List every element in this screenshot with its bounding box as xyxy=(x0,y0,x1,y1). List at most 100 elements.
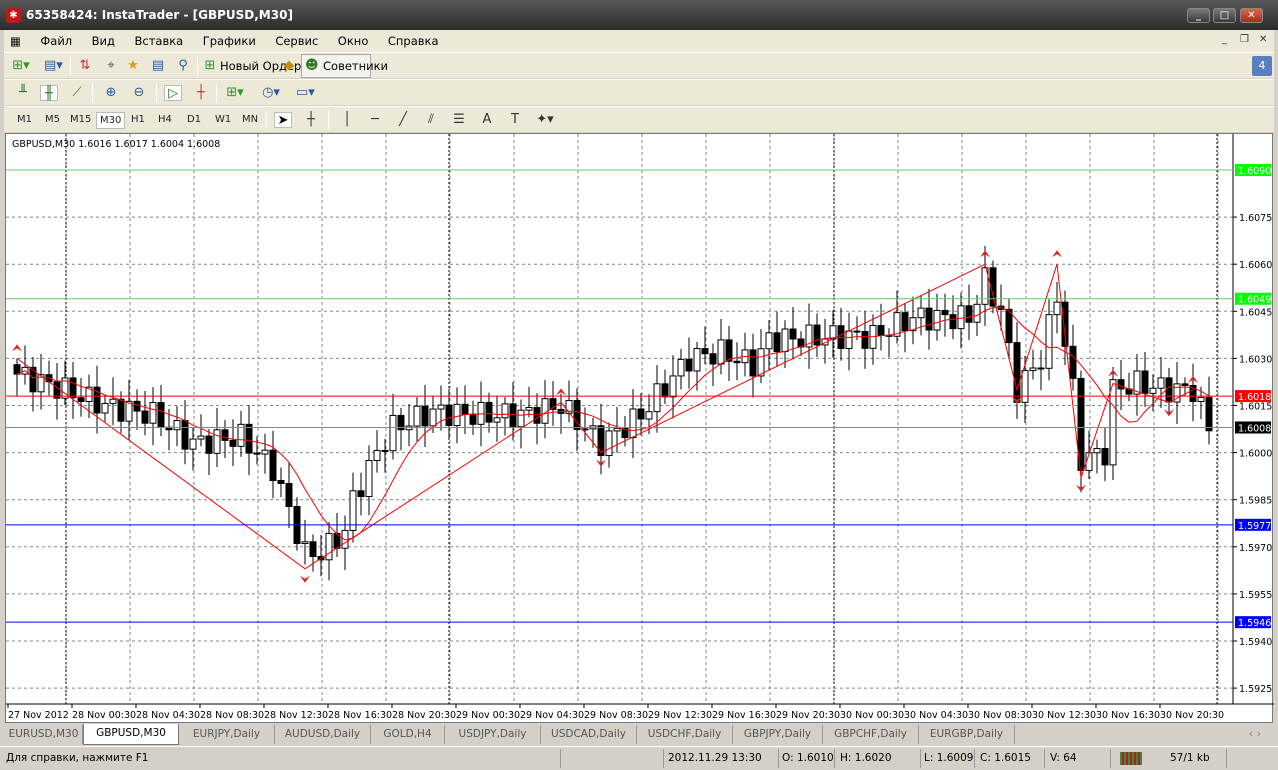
price-level-label: 1.6049 xyxy=(1238,295,1271,306)
menu-insert[interactable]: Вставка xyxy=(126,30,191,48)
close-button[interactable]: ✕ xyxy=(1240,8,1263,23)
tab-scroll-arrows[interactable]: ‹ › xyxy=(1249,727,1261,740)
periodicity-toolbar: M1 M5 M15 M30 H1 H4 D1 W1 MN ➤ ┼ │ ─ ╱ ⫽… xyxy=(4,106,1274,132)
bull-candle xyxy=(501,403,509,419)
data-window-icon[interactable]: ⌖ xyxy=(102,58,120,74)
chart-tab[interactable]: USDJPY,Daily xyxy=(445,725,541,744)
price-tick-label: 1.6015 xyxy=(1239,402,1272,413)
templates-icon[interactable]: ▭▾ xyxy=(296,85,315,101)
menu-file[interactable]: Файл xyxy=(32,30,80,48)
timeframe-d1[interactable]: D1 xyxy=(184,112,204,127)
notifications-icon[interactable]: 4 xyxy=(1252,56,1272,76)
menu-window[interactable]: Окно xyxy=(330,30,377,48)
timeframe-h4[interactable]: H4 xyxy=(155,112,175,127)
bar-chart-icon[interactable]: ╨ xyxy=(14,85,32,101)
chart-tab[interactable]: AUDUSD,Daily xyxy=(275,725,371,744)
time-tick-label: 30 Nov 08:30 xyxy=(968,710,1032,721)
bull-candle xyxy=(261,449,269,455)
bull-candle xyxy=(213,429,221,454)
zoom-out-icon[interactable]: ⊖ xyxy=(130,85,148,101)
cursor-icon[interactable]: ➤ xyxy=(274,112,292,128)
moving-average-fast xyxy=(16,306,1210,541)
time-tick-label: 28 Nov 20:30 xyxy=(392,710,456,721)
bear-candle xyxy=(725,339,733,362)
periods-icon[interactable]: ◷▾ xyxy=(262,85,280,101)
mdi-close-button[interactable]: ✕ xyxy=(1259,34,1267,45)
menu-charts[interactable]: Графики xyxy=(195,30,264,48)
fibonacci-icon[interactable]: ☰ xyxy=(450,112,468,128)
time-tick-label: 29 Nov 04:30 xyxy=(520,710,584,721)
bull-candle xyxy=(917,307,925,319)
chart-tab[interactable]: GBPUSD,M30 xyxy=(83,724,179,745)
line-chart-icon[interactable]: ⟋ xyxy=(68,85,86,101)
price-chart[interactable]: 1.6075 1.6060 1.6045 1.6030 1.6015 1.6000 1.59… xyxy=(6,134,1274,724)
experts-toggle[interactable]: ☻ Советники xyxy=(301,54,388,78)
chart-tab[interactable]: USDCHF,Daily xyxy=(637,725,733,744)
trendline-icon[interactable]: ╱ xyxy=(394,112,412,128)
timeframe-m15[interactable]: M15 xyxy=(67,112,94,127)
chart-shift-icon[interactable]: ┼ xyxy=(192,85,210,101)
strategy-tester-icon[interactable]: ⚲ xyxy=(174,58,192,74)
bull-candle xyxy=(365,460,373,498)
bull-candle xyxy=(629,408,637,439)
new-order-icon[interactable]: ⊞ xyxy=(201,58,219,74)
chart-tab[interactable]: EURGBP,Daily xyxy=(919,725,1015,744)
market-watch-icon[interactable]: ⇅ xyxy=(76,58,94,74)
chart-tab[interactable]: GOLD,H4 xyxy=(371,725,445,744)
bull-candle xyxy=(389,414,397,452)
zoom-in-icon[interactable]: ⊕ xyxy=(102,85,120,101)
chart-window-icon[interactable]: ▦ xyxy=(4,30,29,48)
vertical-line-icon[interactable]: │ xyxy=(338,112,356,128)
fractal-down-arrow xyxy=(300,575,310,583)
bear-candle xyxy=(269,449,277,482)
indicators-icon[interactable]: ⊞▾ xyxy=(226,85,244,101)
menu-help[interactable]: Справка xyxy=(380,30,447,48)
chart-tab[interactable]: GBPJPY,Daily xyxy=(733,725,823,744)
timeframe-h1[interactable]: H1 xyxy=(128,112,148,127)
menu-tools[interactable]: Сервис xyxy=(267,30,326,48)
bull-candle xyxy=(301,541,309,545)
bear-candle xyxy=(1069,345,1077,379)
bear-candle xyxy=(77,397,85,403)
mdi-restore-button[interactable]: ❐ xyxy=(1240,34,1249,45)
maximize-button[interactable]: □ xyxy=(1213,8,1236,23)
horizontal-line-icon[interactable]: ─ xyxy=(366,112,384,128)
minimize-button[interactable]: _ xyxy=(1187,8,1210,23)
timeframe-w1[interactable]: W1 xyxy=(212,112,234,127)
chart-tab[interactable]: USDCAD,Daily xyxy=(541,725,637,744)
bull-candle xyxy=(109,398,117,404)
bull-candle xyxy=(613,427,621,432)
mdi-minimize-button[interactable]: _ xyxy=(1222,34,1227,45)
bear-candle xyxy=(853,330,861,333)
candlestick-chart-icon[interactable]: ╫ xyxy=(40,85,58,101)
time-tick-label: 30 Nov 16:30 xyxy=(1096,710,1160,721)
crosshair-icon[interactable]: ┼ xyxy=(302,112,320,128)
equidistant-channel-icon[interactable]: ⫽ xyxy=(422,112,440,128)
navigator-icon[interactable]: ★ xyxy=(124,58,142,74)
profiles-icon[interactable]: ▤▾ xyxy=(44,58,63,74)
chart-tab[interactable]: EURUSD,M30 xyxy=(5,725,83,744)
timeframe-m1[interactable]: M1 xyxy=(14,112,35,127)
timeframe-m5[interactable]: M5 xyxy=(42,112,63,127)
bear-candle xyxy=(181,420,189,450)
metaeditor-icon[interactable]: ◆ xyxy=(280,58,298,74)
price-tick-label: 1.6045 xyxy=(1239,307,1272,318)
bull-candle xyxy=(517,409,525,428)
bull-candle xyxy=(677,358,685,377)
text-label-icon[interactable]: T xyxy=(506,112,524,128)
chart-window[interactable]: 1.6075 1.6060 1.6045 1.6030 1.6015 1.6000 1.59… xyxy=(5,133,1274,724)
auto-scroll-icon[interactable]: ▷ xyxy=(164,85,182,101)
chart-tab[interactable]: GBPCHF,Daily xyxy=(823,725,919,744)
menu-view[interactable]: Вид xyxy=(84,30,123,48)
timeframe-m30[interactable]: M30 xyxy=(96,112,126,129)
time-tick-label: 28 Nov 04:30 xyxy=(136,710,200,721)
text-icon[interactable]: A xyxy=(478,112,496,128)
bull-candle xyxy=(1197,396,1205,402)
arrows-icon[interactable]: ✦▾ xyxy=(536,112,554,128)
bull-candle xyxy=(693,348,701,372)
chart-tab[interactable]: EURJPY,Daily xyxy=(179,725,275,744)
time-tick-label: 30 Nov 04:30 xyxy=(904,710,968,721)
new-chart-icon[interactable]: ⊞▾ xyxy=(12,58,30,74)
terminal-icon[interactable]: ▤ xyxy=(149,58,167,74)
timeframe-mn[interactable]: MN xyxy=(239,112,261,127)
